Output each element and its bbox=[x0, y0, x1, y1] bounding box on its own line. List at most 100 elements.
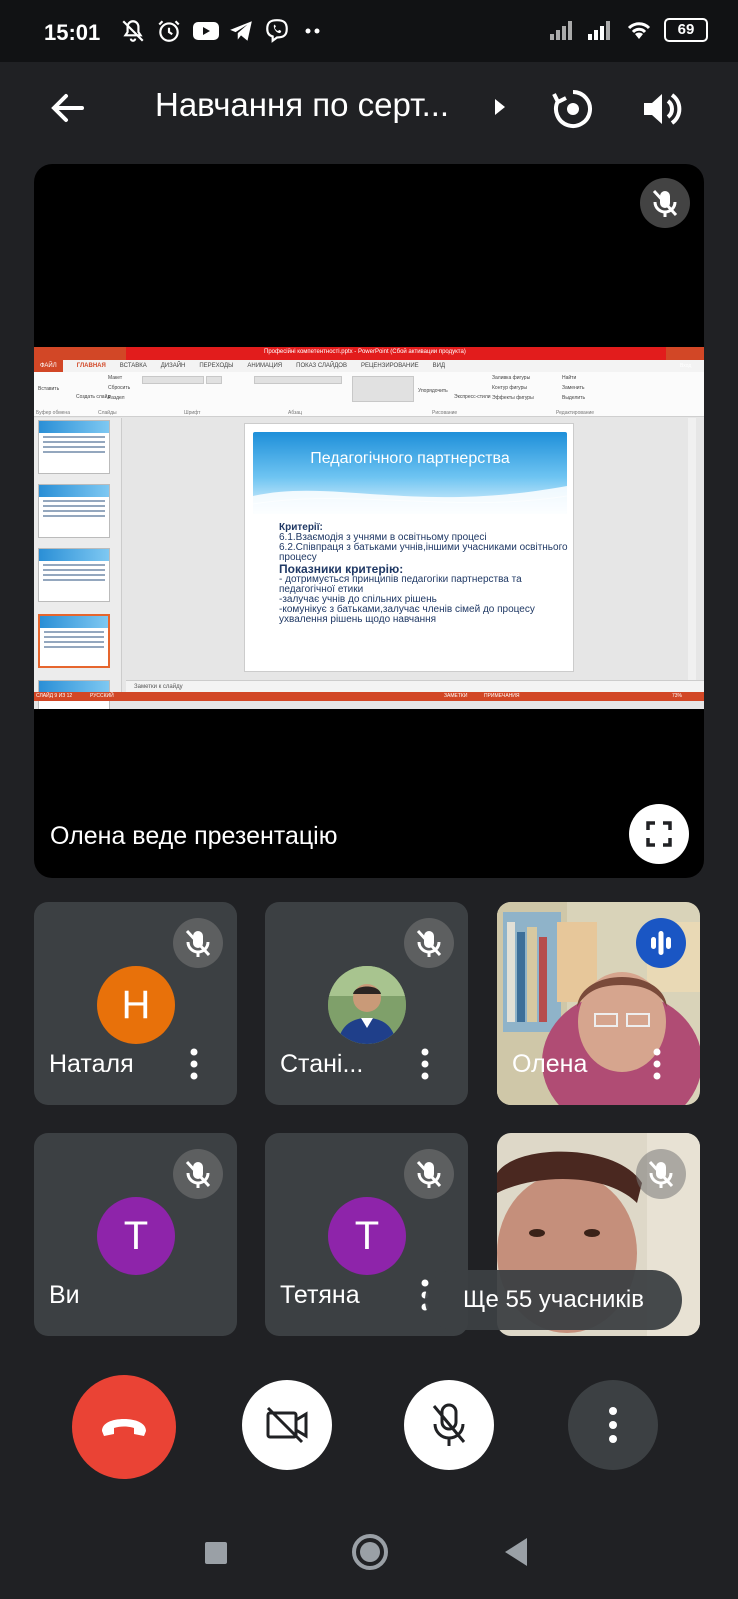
status-bar: 15:01 69 bbox=[0, 0, 738, 62]
presentation-stage[interactable]: Професійні компетентності.pptx - PowerPo… bbox=[34, 164, 704, 878]
ppt-tab-insert: ВСТАВКА bbox=[119, 363, 147, 369]
more-vertical-icon bbox=[609, 1407, 617, 1443]
more-options-button[interactable] bbox=[568, 1380, 658, 1470]
more-participants-chip[interactable]: Ще 55 учасників bbox=[425, 1270, 682, 1330]
ppt-tab-design: ДИЗАЙН bbox=[160, 363, 186, 369]
ppt-shape-fill: Заливка фигуры bbox=[492, 375, 531, 381]
mic-off-icon bbox=[416, 929, 442, 957]
participant-tile-self[interactable]: Т Ви bbox=[34, 1133, 237, 1336]
ppt-tab-transitions: ПЕРЕХОДЫ bbox=[199, 363, 234, 369]
shared-screen-powerpoint: Професійні компетентності.pptx - PowerPo… bbox=[34, 347, 704, 709]
ppt-slide-thumbnails bbox=[34, 418, 122, 709]
ppt-notes-pane: Заметки к слайду bbox=[126, 680, 704, 692]
mic-off-icon bbox=[185, 929, 211, 957]
ppt-arrange: Упорядочить bbox=[418, 388, 448, 394]
participant-more-button[interactable] bbox=[184, 1044, 204, 1084]
ppt-font-box bbox=[142, 376, 204, 384]
participant-more-button[interactable] bbox=[647, 1044, 667, 1084]
participant-mic-status bbox=[173, 1149, 223, 1199]
ppt-paragraph-box bbox=[254, 376, 342, 384]
participant-tile-video[interactable]: Олена bbox=[497, 902, 700, 1105]
ppt-group-font: Шрифт bbox=[184, 410, 201, 416]
more-vertical-icon bbox=[421, 1048, 429, 1080]
camera-toggle-button[interactable] bbox=[242, 1380, 332, 1470]
ppt-size-box bbox=[206, 376, 222, 384]
back-button[interactable] bbox=[44, 84, 92, 132]
participant-avatar: Н bbox=[97, 966, 175, 1044]
ppt-tab-animation: АНИМАЦИЯ bbox=[247, 363, 283, 369]
participant-mic-status bbox=[404, 918, 454, 968]
participant-name: Ви bbox=[49, 1281, 80, 1309]
presenter-mic-status bbox=[640, 178, 690, 228]
meeting-title[interactable]: Навчання по серт... bbox=[155, 86, 449, 124]
participant-name: Стані... bbox=[280, 1050, 364, 1078]
participant-more-button[interactable] bbox=[415, 1044, 435, 1084]
battery-icon: 69 bbox=[664, 18, 708, 42]
slide-indicator: -комунікує з батьками,залучає членів сім… bbox=[279, 604, 535, 625]
viber-icon bbox=[264, 18, 290, 44]
wifi-icon bbox=[627, 22, 651, 39]
switch-camera-button[interactable] bbox=[548, 84, 598, 134]
participant-mic-status bbox=[636, 1149, 686, 1199]
audio-level-icon bbox=[651, 931, 671, 955]
ppt-sign-in: Вход bbox=[680, 363, 692, 369]
alarm-icon bbox=[156, 18, 182, 44]
notification-icons bbox=[120, 18, 326, 44]
back-icon[interactable] bbox=[505, 1538, 527, 1566]
slide-header-banner: Педагогічного партнерства bbox=[253, 432, 567, 514]
chevron-right-icon bbox=[495, 99, 505, 115]
participant-name: Тетяна bbox=[280, 1281, 360, 1309]
ppt-group-drawing: Рисование bbox=[432, 410, 458, 416]
system-nav-bar bbox=[0, 1512, 738, 1599]
signal-icon bbox=[588, 21, 610, 40]
participant-speaking-indicator bbox=[636, 918, 686, 968]
ppt-create-slide: Создать слайд bbox=[76, 394, 111, 400]
recents-icon[interactable] bbox=[205, 1542, 227, 1564]
fullscreen-button[interactable] bbox=[629, 804, 689, 864]
participant-tile[interactable]: Н Наталя bbox=[34, 902, 237, 1105]
participant-tile[interactable]: Стані... bbox=[265, 902, 468, 1105]
participant-avatar: Т bbox=[328, 1197, 406, 1275]
home-icon[interactable] bbox=[352, 1534, 388, 1570]
status-right: 69 bbox=[548, 18, 708, 42]
microphone-toggle-button[interactable] bbox=[404, 1380, 494, 1470]
switch-camera-icon bbox=[552, 90, 592, 128]
more-vertical-icon bbox=[653, 1048, 661, 1080]
ppt-zoom: 73% bbox=[672, 693, 683, 699]
ppt-tab-view: ВИД bbox=[432, 363, 446, 369]
ppt-group-clipboard: Буфер обмена bbox=[36, 410, 70, 416]
mic-off-icon bbox=[432, 1403, 466, 1446]
ppt-paste: Вставить bbox=[38, 386, 60, 392]
speaker-icon bbox=[644, 93, 682, 125]
ppt-current-slide: Педагогічного партнерства Критерії: 6.1.… bbox=[244, 423, 574, 672]
ppt-comments-toggle: ПРИМЕЧАНИЯ bbox=[484, 693, 520, 699]
ppt-ribbon-tabs: ФАЙЛ ГЛАВНАЯ ВСТАВКА ДИЗАЙН ПЕРЕХОДЫ АНИ… bbox=[34, 360, 704, 372]
telegram-icon bbox=[228, 18, 254, 44]
ppt-group-paragraph: Абзац bbox=[288, 410, 303, 416]
bell-off-icon bbox=[120, 18, 146, 44]
presenter-label: Олена веде презентацію bbox=[50, 822, 338, 850]
ppt-shape-effects: Эффекты фигуры bbox=[492, 395, 534, 401]
ppt-thumbnail-selected bbox=[38, 614, 110, 668]
fullscreen-icon bbox=[646, 821, 672, 847]
mic-off-icon bbox=[652, 189, 678, 217]
slide-body: Критерії: 6.1.Взаємодія з учнями в освіт… bbox=[279, 523, 569, 625]
ppt-tab-review: РЕЦЕНЗИРОВАНИЕ bbox=[360, 363, 419, 369]
participant-name: Олена bbox=[512, 1050, 588, 1078]
camera-off-icon bbox=[266, 1406, 308, 1444]
ppt-section: Раздел bbox=[108, 395, 125, 401]
meeting-details-button[interactable] bbox=[490, 92, 510, 122]
slide-indicator: - дотримується принципів педагогіки парт… bbox=[279, 574, 522, 595]
ppt-tab-home: ГЛАВНАЯ bbox=[76, 363, 106, 369]
ppt-replace: Заменить bbox=[562, 385, 585, 391]
back-arrow-icon bbox=[51, 94, 84, 122]
participant-mic-status bbox=[404, 1149, 454, 1199]
end-call-button[interactable] bbox=[72, 1375, 176, 1479]
ppt-thumbnail bbox=[38, 420, 110, 474]
ppt-notes-toggle: ЗАМЕТКИ bbox=[444, 693, 468, 699]
status-time: 15:01 bbox=[44, 20, 101, 45]
ppt-status-bar: СЛАЙД 9 ИЗ 12 РУССКИЙ ЗАМЕТКИ ПРИМЕЧАНИЯ… bbox=[34, 692, 704, 701]
audio-output-button[interactable] bbox=[636, 84, 686, 134]
ppt-thumbnail bbox=[38, 484, 110, 538]
participant-avatar-photo bbox=[328, 966, 406, 1044]
